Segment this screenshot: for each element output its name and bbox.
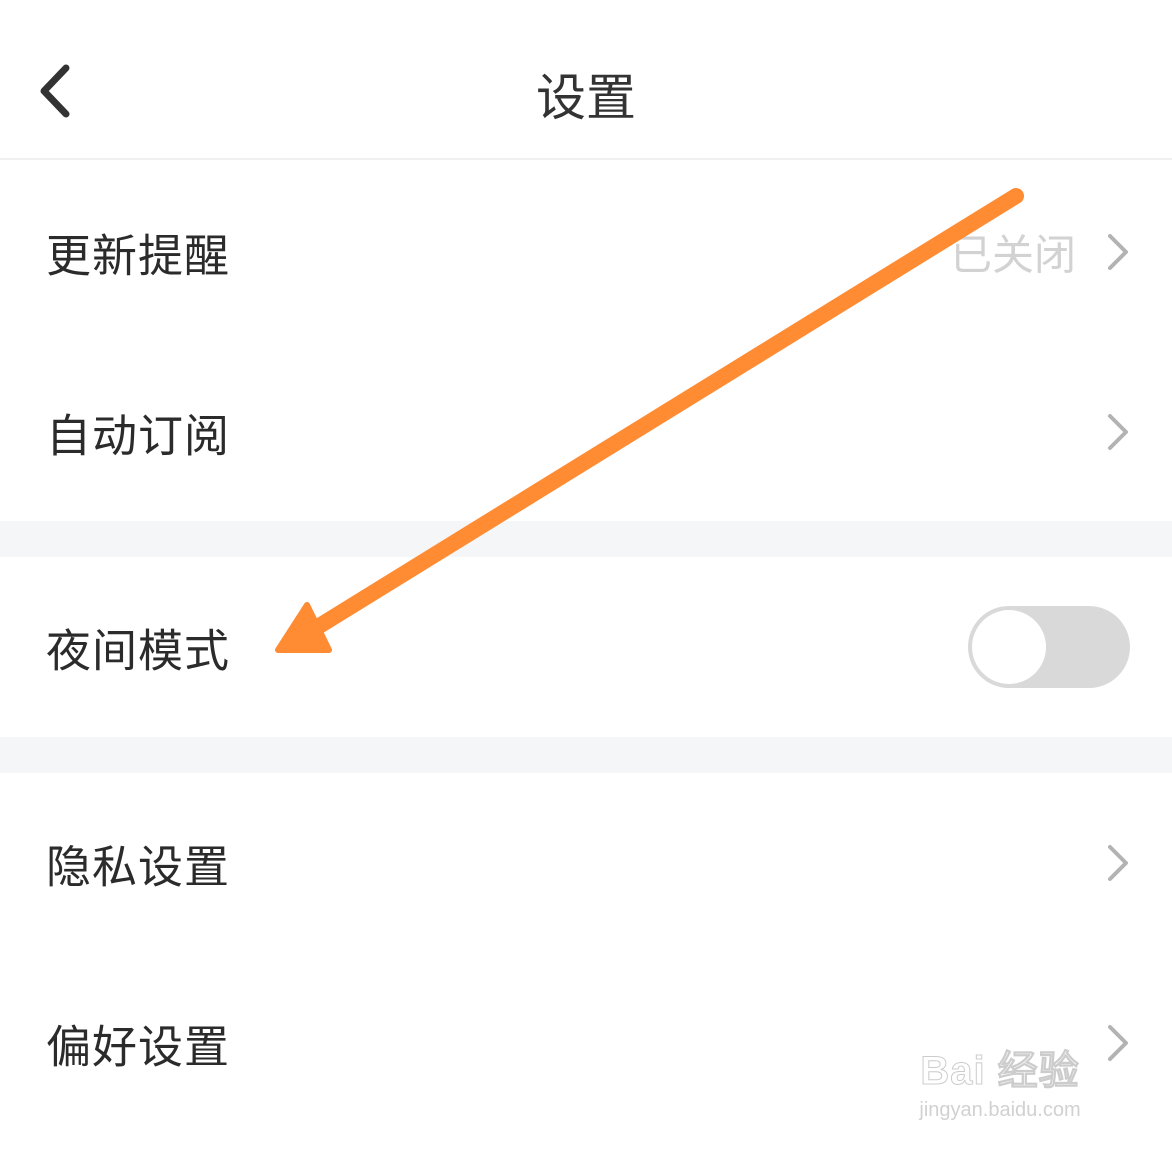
row-label: 更新提醒 [46,229,231,283]
chevron-right-icon [1108,234,1128,270]
row-label: 自动订阅 [46,409,231,463]
watermark-url: jingyan.baidu.com [919,1099,1081,1121]
row-status-value: 已关闭 [949,230,1076,280]
settings-row-auto-subscribe[interactable]: 自动订阅 [0,342,1172,522]
row-label: 夜间模式 [46,624,231,678]
toggle-knob [972,610,1046,684]
settings-row-night-mode: 夜间模式 [0,557,1172,737]
chevron-right-icon [1108,845,1128,881]
row-label: 隐私设置 [46,840,231,894]
night-mode-toggle[interactable] [968,606,1130,688]
settings-row-privacy[interactable]: 隐私设置 [0,773,1172,953]
section-divider [0,521,1172,557]
watermark-logo: Bai 经验 [920,1049,1080,1094]
baidu-jingyan-watermark: Bai 经验 jingyan.baidu.com [890,1046,1110,1146]
settings-row-update-reminder[interactable]: 更新提醒 已关闭 [0,162,1172,342]
page-title: 设置 [536,69,636,127]
section-divider [0,737,1172,773]
nav-header: 设置 [0,0,1172,160]
chevron-right-icon [1108,414,1128,450]
row-label: 偏好设置 [46,1020,231,1074]
